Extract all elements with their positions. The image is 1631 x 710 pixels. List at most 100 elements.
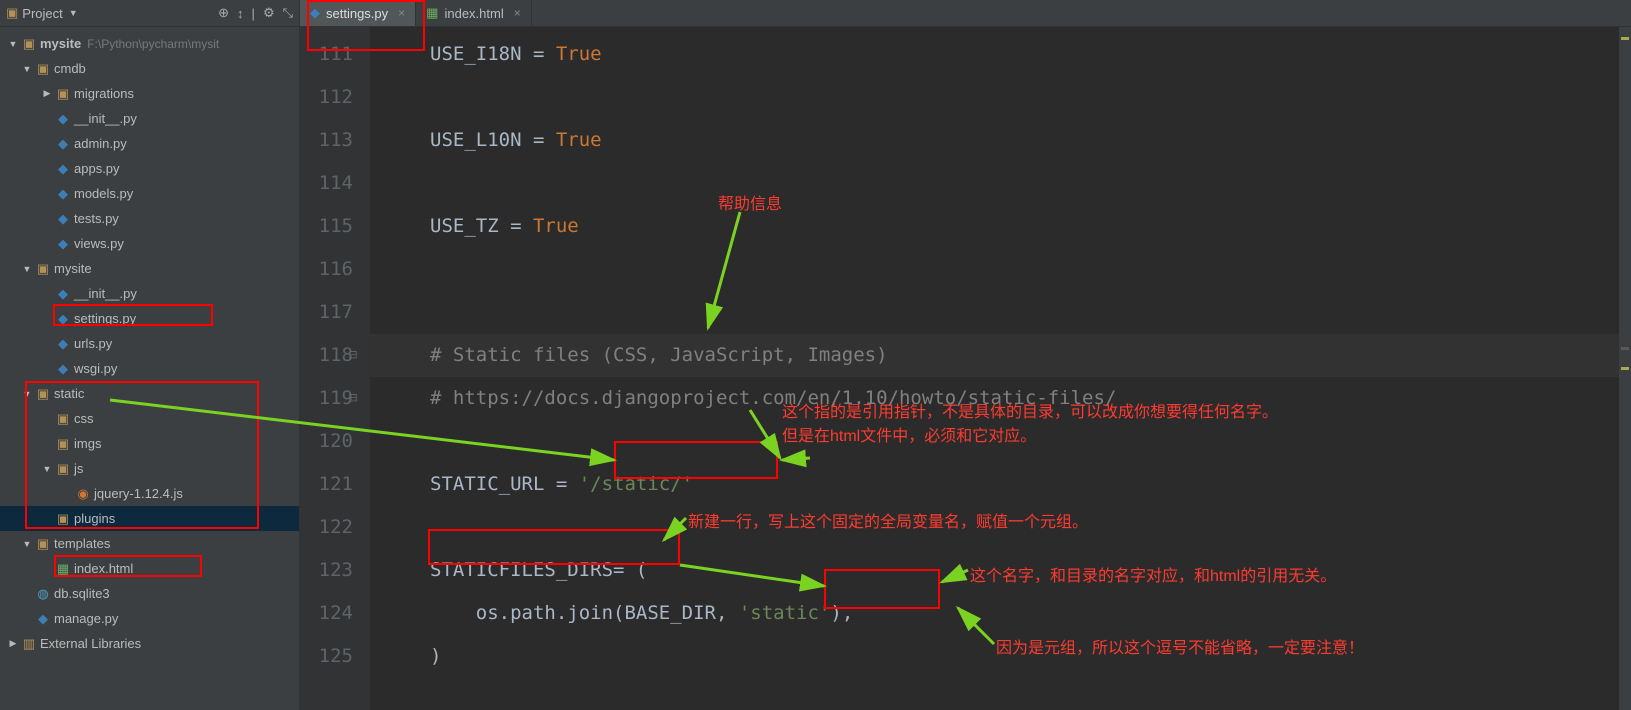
line-number: 125 <box>300 635 353 678</box>
tree-item-label: css <box>74 411 94 426</box>
close-icon[interactable]: × <box>398 6 405 20</box>
expand-arrow-icon[interactable]: ▼ <box>20 389 34 399</box>
line-number: 120 <box>300 420 353 463</box>
code-text: USE_I18N = <box>430 43 556 65</box>
code-string: '/static/' <box>579 473 693 495</box>
tree-item-label: manage.py <box>54 611 118 626</box>
separator-icon: | <box>252 6 255 21</box>
line-number: 111 <box>300 33 353 76</box>
tree-item-settings-py[interactable]: ◆settings.py <box>0 306 299 331</box>
tab-index-html[interactable]: ▦index.html× <box>416 0 532 26</box>
tree-item-label: settings.py <box>74 311 136 326</box>
tree-item-label: static <box>54 386 84 401</box>
library-icon: ▥ <box>20 636 38 652</box>
collapse-all-icon[interactable]: ↕ <box>237 6 244 21</box>
folder-icon: ▣ <box>20 36 38 52</box>
project-tree[interactable]: ▼ ▣ mysite F:\Python\pycharm\mysit ▼▣cmd… <box>0 27 299 710</box>
annotation-static-name: 这个名字，和目录的名字对应，和html的引用无关。 <box>970 562 1336 586</box>
tree-item-js[interactable]: ▼▣js <box>0 456 299 481</box>
code-text: os.path.join(BASE_DIR, <box>430 602 739 624</box>
tree-item-models-py[interactable]: ◆models.py <box>0 181 299 206</box>
tree-item--init-py[interactable]: ◆__init__.py <box>0 281 299 306</box>
tree-item-static[interactable]: ▼▣static <box>0 381 299 406</box>
dropdown-icon[interactable]: ▼ <box>69 8 78 18</box>
tree-item-mysite[interactable]: ▼▣mysite <box>0 256 299 281</box>
py-icon: ◆ <box>54 211 72 227</box>
py-icon: ◆ <box>310 5 320 21</box>
line-number: 116 <box>300 248 353 291</box>
tree-root[interactable]: ▼ ▣ mysite F:\Python\pycharm\mysit <box>0 31 299 56</box>
annotation-static-url-1: 这个指的是引用指针，不是具体的目录，可以改成你想要得任何名字。 <box>782 398 1278 422</box>
folder-icon: ▣ <box>34 386 52 402</box>
tree-item-css[interactable]: ▣css <box>0 406 299 431</box>
code-text: STATIC_URL = <box>430 473 579 495</box>
locate-icon[interactable]: ⊕ <box>218 5 229 21</box>
tree-item-label: urls.py <box>74 336 112 351</box>
tree-root-path: F:\Python\pycharm\mysit <box>87 37 219 51</box>
tree-item-index-html[interactable]: ▦index.html <box>0 556 299 581</box>
py-icon: ◆ <box>54 236 72 252</box>
expand-arrow-icon[interactable]: ▼ <box>20 64 34 74</box>
tree-item-apps-py[interactable]: ◆apps.py <box>0 156 299 181</box>
tree-item-label: jquery-1.12.4.js <box>94 486 183 501</box>
line-number: 122 <box>300 506 353 549</box>
project-title: Project <box>22 6 62 21</box>
expand-arrow-icon[interactable]: ▶ <box>40 88 54 99</box>
folder-icon: ▣ <box>34 61 52 77</box>
tree-item-tests-py[interactable]: ◆tests.py <box>0 206 299 231</box>
tree-item-plugins[interactable]: ▣plugins <box>0 506 299 531</box>
line-number: 113 <box>300 119 353 162</box>
expand-arrow-icon[interactable]: ▼ <box>40 464 54 474</box>
annotation-static-url-2: 但是在html文件中，必须和它对应。 <box>782 422 1036 446</box>
line-number: 115 <box>300 205 353 248</box>
close-icon[interactable]: × <box>514 6 521 20</box>
tree-item-wsgi-py[interactable]: ◆wsgi.py <box>0 356 299 381</box>
tree-item-admin-py[interactable]: ◆admin.py <box>0 131 299 156</box>
tree-item-label: js <box>74 461 83 476</box>
fold-minus-icon[interactable]: ⊟ <box>344 346 362 364</box>
tree-item-label: migrations <box>74 86 134 101</box>
tree-item-templates[interactable]: ▼▣templates <box>0 531 299 556</box>
tab-settings-py[interactable]: ◆ settings.py × <box>300 0 416 26</box>
line-number: 112 <box>300 76 353 119</box>
tree-item-label: imgs <box>74 436 101 451</box>
tree-item-views-py[interactable]: ◆views.py <box>0 231 299 256</box>
html-icon: ▦ <box>426 5 438 21</box>
gear-icon[interactable]: ⚙ <box>263 5 275 21</box>
folder-icon: ▣ <box>54 86 72 102</box>
tree-item-manage-py[interactable]: ◆manage.py <box>0 606 299 631</box>
editor-scrollbar[interactable] <box>1619 27 1631 710</box>
tree-item-imgs[interactable]: ▣imgs <box>0 431 299 456</box>
line-number: 114 <box>300 162 353 205</box>
tree-item-migrations[interactable]: ▶▣migrations <box>0 81 299 106</box>
folder-icon: ▣ <box>54 411 72 427</box>
editor-body[interactable]: 1111121131141151161171181191201211221231… <box>300 27 1631 710</box>
tree-item-cmdb[interactable]: ▼▣cmdb <box>0 56 299 81</box>
editor-area: ◆settings.py×▦index.html× 11111211311411… <box>300 0 1631 710</box>
code-text: = ( <box>613 559 647 581</box>
tree-item-urls-py[interactable]: ◆urls.py <box>0 331 299 356</box>
folder-icon: ▣ <box>54 461 72 477</box>
expand-arrow-icon[interactable]: ▼ <box>20 264 34 274</box>
tree-item-label: apps.py <box>74 161 120 176</box>
fold-minus-icon[interactable]: ⊟ <box>344 389 362 407</box>
code-area[interactable]: USE_I18N = True USE_L10N = True USE_TZ =… <box>370 27 1631 710</box>
js-icon: ◉ <box>74 486 92 502</box>
external-libraries[interactable]: ▶ ▥ External Libraries <box>0 631 299 656</box>
py-icon: ◆ <box>54 336 72 352</box>
expand-arrow-icon[interactable]: ▼ <box>20 539 34 549</box>
tree-item-db-sqlite3[interactable]: ◍db.sqlite3 <box>0 581 299 606</box>
tree-item--init-py[interactable]: ◆__init__.py <box>0 106 299 131</box>
annotation-new-line: 新建一行，写上这个固定的全局变量名，赋值一个元组。 <box>688 508 1088 532</box>
tree-item-label: __init__.py <box>74 111 137 126</box>
hide-icon[interactable]: ⤡ <box>283 5 293 21</box>
folder-icon: ▣ <box>54 436 72 452</box>
line-number: 123 <box>300 549 353 592</box>
code-comment: # Static files (CSS, JavaScript, Images) <box>430 344 888 366</box>
tab-label: settings.py <box>326 6 388 21</box>
annotation-comma: 因为是元组，所以这个逗号不能省略，一定要注意！ <box>996 634 1364 658</box>
line-number-gutter: 1111121131141151161171181191201211221231… <box>300 27 370 710</box>
tree-item-jquery-1-12-4-js[interactable]: ◉jquery-1.12.4.js <box>0 481 299 506</box>
code-text: USE_TZ = <box>430 215 533 237</box>
code-text: USE_L10N = <box>430 129 556 151</box>
